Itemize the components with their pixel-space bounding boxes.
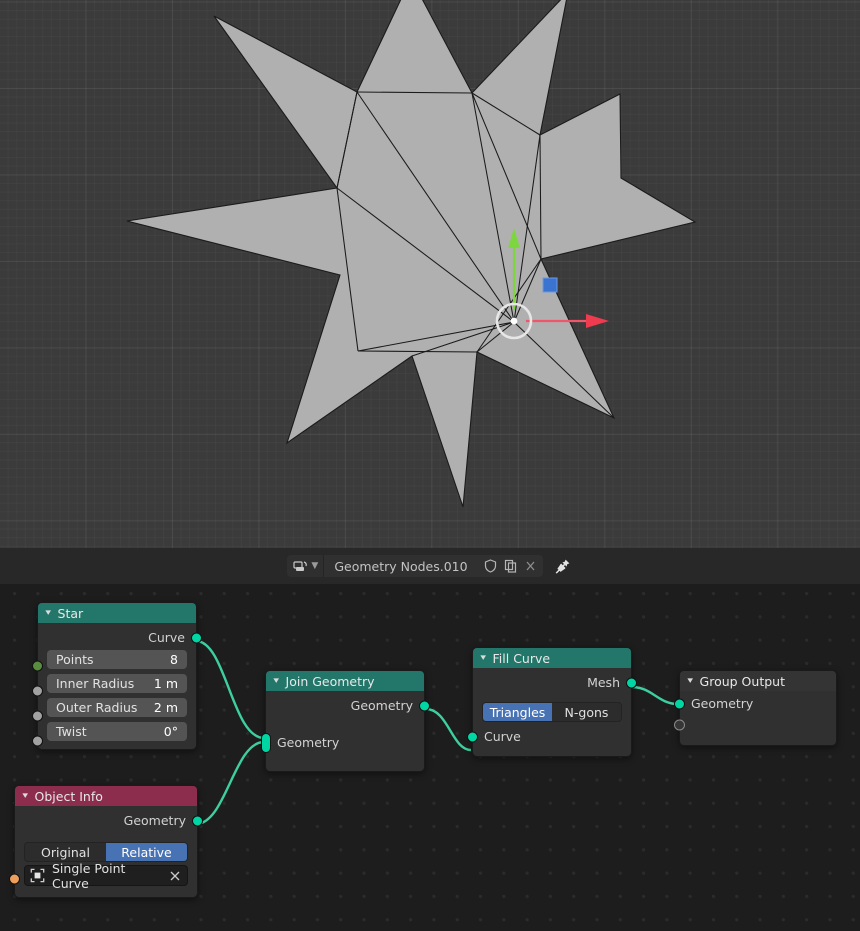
field-label: Twist	[56, 724, 87, 739]
field-twist[interactable]: Twist 0°	[47, 722, 187, 741]
star-filled-shape	[127, 0, 695, 507]
object-picker-field[interactable]: Single Point Curve	[24, 865, 188, 886]
browse-datablock-button[interactable]: ▼	[287, 555, 323, 577]
output-row-geometry: Geometry	[266, 695, 424, 716]
socket-in-inner-radius[interactable]	[32, 685, 43, 696]
chevron-down-icon[interactable]: ▾	[687, 676, 693, 686]
blender-window: ▼ Geometry Nodes.010	[0, 0, 860, 931]
socket-in-points[interactable]	[32, 660, 43, 671]
socket-in-geometry[interactable]	[674, 698, 685, 709]
node-title: Star	[58, 606, 84, 621]
node-header-star[interactable]: ▾ Star	[38, 603, 196, 623]
node-title: Object Info	[35, 789, 103, 804]
field-value: 2 m	[154, 700, 178, 715]
node-header-object-info[interactable]: ▾ Object Info	[15, 786, 197, 806]
field-label: Outer Radius	[56, 700, 137, 715]
output-label-geometry: Geometry	[351, 698, 413, 713]
socket-in-curve[interactable]	[467, 731, 478, 742]
copy-icon[interactable]	[501, 556, 520, 576]
datablock-name-field[interactable]: Geometry Nodes.010	[323, 555, 477, 577]
field-value: 0°	[164, 724, 178, 739]
node-title: Join Geometry	[286, 674, 375, 689]
chevron-down-icon[interactable]: ▾	[273, 676, 279, 686]
mode-toggle[interactable]: Triangles N-gons	[482, 702, 622, 722]
node-header-fill-curve[interactable]: ▾ Fill Curve	[473, 648, 631, 668]
star-mesh	[0, 0, 860, 548]
socket-out-mesh[interactable]	[626, 677, 637, 688]
input-row-curve: Curve	[473, 726, 631, 747]
socket-in-extend[interactable]	[674, 719, 685, 730]
pin-icon[interactable]	[553, 556, 573, 576]
input-row-geometry: Geometry	[680, 693, 836, 714]
object-name: Single Point Curve	[52, 861, 162, 891]
object-data-icon	[30, 868, 45, 883]
node-editor-header: ▼ Geometry Nodes.010	[0, 548, 860, 584]
output-label-geometry: Geometry	[124, 813, 186, 828]
node-header-group-output[interactable]: ▾ Group Output	[680, 671, 836, 691]
field-outer-radius[interactable]: Outer Radius 2 m	[47, 698, 187, 717]
socket-out-geometry[interactable]	[419, 700, 430, 711]
node-object-info[interactable]: ▾ Object Info Geometry Original Relative	[14, 785, 198, 898]
node-join-geometry[interactable]: ▾ Join Geometry Geometry Geometry	[265, 670, 425, 772]
chevron-down-icon[interactable]: ▾	[480, 653, 486, 663]
close-icon[interactable]	[169, 870, 181, 882]
node-title: Fill Curve	[493, 651, 551, 666]
chevron-down-icon[interactable]: ▾	[45, 608, 51, 618]
node-fill-curve[interactable]: ▾ Fill Curve Mesh Triangles N-gons Curve	[472, 647, 632, 757]
socket-in-geometry-multi[interactable]	[261, 733, 271, 753]
socket-in-outer-radius[interactable]	[32, 710, 43, 721]
shield-icon[interactable]	[481, 556, 500, 576]
gizmo-x-arrowhead[interactable]	[586, 314, 609, 328]
field-label: Points	[56, 652, 94, 667]
output-row-geometry: Geometry	[15, 810, 197, 831]
gizmo-z-plane-handle[interactable]	[543, 278, 557, 292]
input-label-geometry: Geometry	[277, 735, 339, 750]
field-points[interactable]: Points 8	[47, 650, 187, 669]
input-label-curve: Curve	[484, 729, 521, 744]
field-value: 1 m	[154, 676, 178, 691]
node-title: Group Output	[700, 674, 785, 689]
browse-geometry-nodes-icon	[293, 560, 308, 573]
socket-in-object[interactable]	[9, 874, 20, 885]
node-header-join-geometry[interactable]: ▾ Join Geometry	[266, 671, 424, 691]
input-row-extend	[680, 714, 836, 735]
chevron-down-icon[interactable]: ▾	[22, 791, 28, 801]
gizmo-origin-dot	[511, 318, 518, 325]
socket-in-twist[interactable]	[32, 735, 43, 746]
mode-option-ngons[interactable]: N-gons	[552, 703, 621, 721]
field-value: 8	[170, 652, 178, 667]
geometry-node-editor[interactable]: ▼ Geometry Nodes.010	[0, 548, 860, 931]
input-label-geometry: Geometry	[691, 696, 753, 711]
3d-viewport[interactable]	[0, 0, 860, 548]
socket-out-geometry[interactable]	[192, 815, 203, 826]
transform-space-option-original[interactable]: Original	[25, 843, 106, 861]
close-icon[interactable]	[521, 556, 540, 576]
input-row-geometry: Geometry	[266, 732, 424, 753]
socket-out-curve[interactable]	[191, 632, 202, 643]
node-group-output[interactable]: ▾ Group Output Geometry	[679, 670, 837, 746]
field-inner-radius[interactable]: Inner Radius 1 m	[47, 674, 187, 693]
mode-option-triangles[interactable]: Triangles	[483, 703, 552, 721]
transform-space-option-relative[interactable]: Relative	[106, 843, 187, 861]
chevron-down-icon: ▼	[311, 562, 318, 571]
output-row-curve: Curve	[38, 627, 196, 648]
output-row-mesh: Mesh	[473, 672, 631, 693]
transform-space-toggle[interactable]: Original Relative	[24, 842, 188, 862]
output-label-curve: Curve	[148, 630, 185, 645]
field-label: Inner Radius	[56, 676, 134, 691]
node-star[interactable]: ▾ Star Curve Points 8	[37, 602, 197, 750]
output-label-mesh: Mesh	[587, 675, 620, 690]
